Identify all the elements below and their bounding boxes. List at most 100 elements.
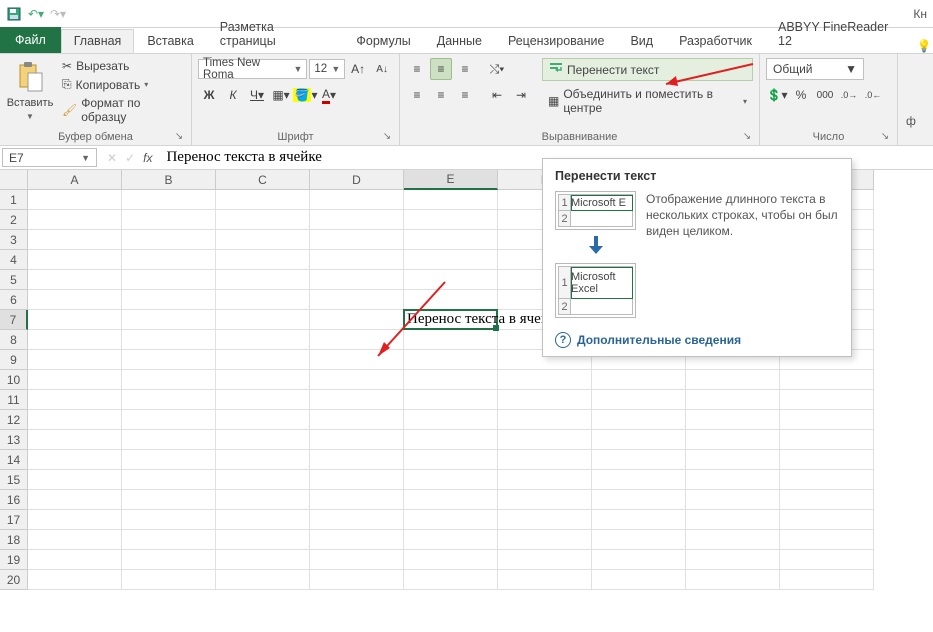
cell[interactable] [592,470,686,490]
tab-file[interactable]: Файл [0,27,61,53]
cell[interactable] [310,390,404,410]
cell[interactable] [310,510,404,530]
merge-center-button[interactable]: ▦ Объединить и поместить в центре ▾ [542,85,753,117]
cell[interactable] [28,530,122,550]
cell[interactable] [404,190,498,210]
cell[interactable] [404,270,498,290]
cell[interactable] [780,450,874,470]
cell[interactable] [310,190,404,210]
cell[interactable] [216,390,310,410]
cell[interactable] [404,230,498,250]
cell[interactable] [122,310,216,330]
cell[interactable] [780,570,874,590]
cell[interactable] [498,450,592,470]
cell[interactable] [686,390,780,410]
cell[interactable] [28,510,122,530]
cell[interactable] [780,470,874,490]
row-header-4[interactable]: 4 [0,250,28,270]
cell[interactable] [216,310,310,330]
cell[interactable] [686,410,780,430]
increase-decimal-icon[interactable]: .0→ [838,84,860,106]
cell[interactable] [404,490,498,510]
cell[interactable] [592,530,686,550]
cell[interactable] [122,470,216,490]
cell[interactable] [216,190,310,210]
cell[interactable] [310,450,404,470]
name-box[interactable]: E7▼ [2,148,97,167]
bold-button[interactable]: Ж [198,84,220,106]
cell[interactable] [122,570,216,590]
align-left-icon[interactable]: ≡ [406,84,428,106]
select-all-corner[interactable] [0,170,28,190]
cell[interactable] [216,210,310,230]
cell[interactable] [780,370,874,390]
cell[interactable] [122,330,216,350]
cell[interactable] [28,370,122,390]
tab-formulas[interactable]: Формулы [343,29,423,53]
cell[interactable] [592,490,686,510]
cell[interactable] [686,470,780,490]
decrease-indent-icon[interactable]: ⇤ [486,84,508,106]
cell[interactable] [404,430,498,450]
cell[interactable] [28,390,122,410]
cell[interactable] [592,570,686,590]
row-header-11[interactable]: 11 [0,390,28,410]
row-header-19[interactable]: 19 [0,550,28,570]
column-header-E[interactable]: E [404,170,498,190]
cell[interactable] [216,510,310,530]
font-launcher-icon[interactable]: ↘ [381,131,393,143]
fill-handle[interactable] [493,325,499,331]
undo-icon[interactable]: ↶▾ [28,6,44,22]
tab-developer[interactable]: Разработчик [666,29,765,53]
save-icon[interactable] [6,6,22,22]
cell[interactable] [404,530,498,550]
cut-button[interactable]: ✂Вырезать [58,58,185,74]
cell[interactable] [28,230,122,250]
row-header-17[interactable]: 17 [0,510,28,530]
cell[interactable] [310,310,404,330]
tooltip-help-link[interactable]: ? Дополнительные сведения [555,332,839,348]
cell[interactable] [498,530,592,550]
cell[interactable] [592,370,686,390]
number-launcher-icon[interactable]: ↘ [879,131,891,143]
comma-format-icon[interactable]: 000 [814,84,836,106]
row-header-8[interactable]: 8 [0,330,28,350]
cell[interactable] [404,550,498,570]
cell[interactable] [122,210,216,230]
cell[interactable] [28,270,122,290]
cell[interactable] [28,450,122,470]
cell[interactable] [686,550,780,570]
cell[interactable] [28,570,122,590]
cell[interactable] [310,290,404,310]
align-right-icon[interactable]: ≡ [454,84,476,106]
cell[interactable] [404,330,498,350]
cell[interactable] [122,550,216,570]
cell[interactable] [216,450,310,470]
cell[interactable] [310,550,404,570]
cell[interactable] [28,290,122,310]
cell[interactable] [28,430,122,450]
cell[interactable] [498,410,592,430]
cell[interactable] [216,290,310,310]
cell[interactable] [28,350,122,370]
cell[interactable] [122,510,216,530]
row-header-18[interactable]: 18 [0,530,28,550]
cell[interactable] [592,430,686,450]
cell[interactable] [404,570,498,590]
cell[interactable] [686,570,780,590]
cell[interactable] [498,470,592,490]
cell[interactable] [498,430,592,450]
cell[interactable] [404,410,498,430]
cell[interactable] [122,370,216,390]
align-bottom-icon[interactable]: ≡ [454,58,476,80]
shrink-font-icon[interactable]: A↓ [371,58,393,80]
cancel-formula-icon[interactable]: ✕ [107,151,117,165]
column-header-C[interactable]: C [216,170,310,190]
cell[interactable] [498,490,592,510]
cell[interactable] [592,390,686,410]
cell[interactable] [592,550,686,570]
cell[interactable] [780,530,874,550]
cell[interactable] [404,210,498,230]
tab-data[interactable]: Данные [424,29,495,53]
cell[interactable] [216,430,310,450]
